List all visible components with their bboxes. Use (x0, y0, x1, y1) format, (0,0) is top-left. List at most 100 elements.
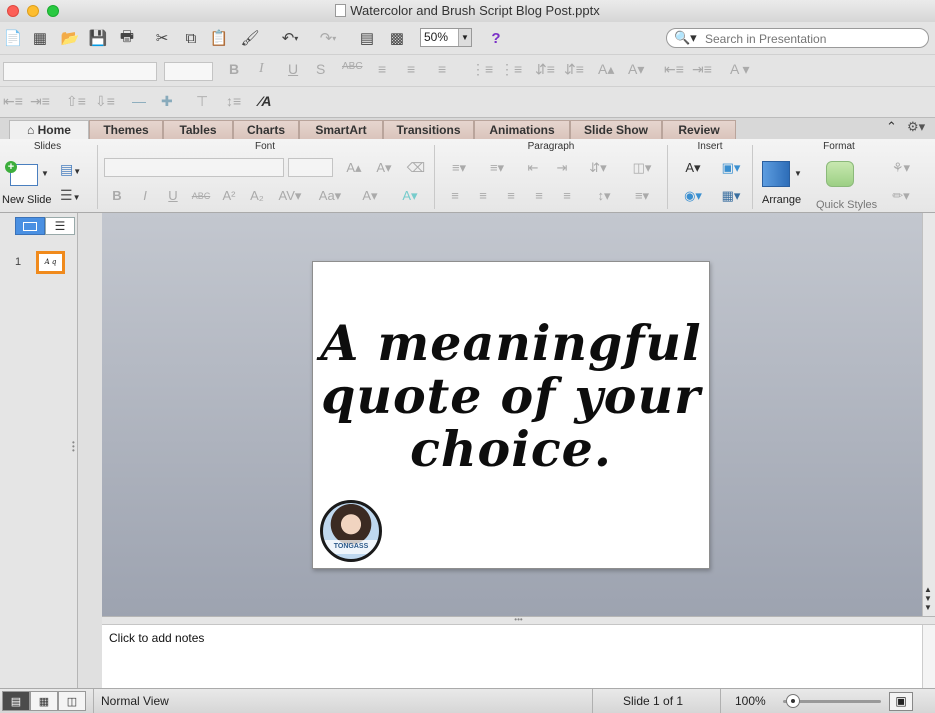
copy-icon[interactable]: ⧉ (179, 26, 203, 50)
align-center-icon[interactable]: ≡ (470, 186, 496, 206)
tab-tables[interactable]: Tables (163, 120, 233, 140)
font-name-field[interactable] (3, 62, 157, 81)
ribbon-font-size-field[interactable] (288, 158, 333, 177)
promote-icon[interactable]: ⇤≡ (3, 93, 23, 110)
shrink-font-icon[interactable]: A▾ (370, 158, 398, 178)
text-top-icon[interactable]: ⊤ (196, 93, 208, 110)
quote-text[interactable]: A meaningful quote of your choice. (313, 317, 709, 476)
italic-icon[interactable]: I (259, 61, 264, 77)
slide-sorter-button[interactable]: ▦ (30, 691, 58, 711)
zoom-slider-knob[interactable] (785, 694, 800, 708)
help-icon[interactable]: ? (484, 26, 508, 50)
line-icon[interactable]: ✏▾ (884, 186, 918, 206)
collapse-ribbon-icon[interactable]: ⌃ (886, 119, 897, 135)
bullets-icon[interactable]: ≡▾ (442, 158, 476, 178)
picture-icon[interactable]: ▣▾ (714, 158, 748, 178)
undo-icon[interactable]: ↶ ▾ (273, 26, 307, 50)
format-painter-icon[interactable]: 🖌 (238, 26, 262, 50)
zoom-window-button[interactable] (47, 5, 59, 17)
justify-icon[interactable]: ≡ (526, 186, 552, 206)
search-field[interactable]: 🔍▾ (666, 28, 929, 48)
grow-font-icon[interactable]: A▴ (598, 61, 614, 78)
shape-icon[interactable]: ◉▾ (676, 186, 710, 206)
bullets-icon[interactable]: ⋮≡ (471, 61, 493, 78)
fill-icon[interactable]: ⚘▾ (884, 158, 918, 178)
text-effects-icon[interactable]: ⁄A (259, 93, 271, 109)
tab-home[interactable]: ⌂ Home (9, 120, 89, 140)
expand-icon[interactable]: ✚ (161, 93, 173, 110)
slide-show-button[interactable]: ◫ (58, 691, 86, 711)
distribute-icon[interactable]: ≡ (554, 186, 580, 206)
font-color-icon[interactable]: A ▾ (730, 61, 749, 78)
collapse-icon[interactable]: — (132, 93, 146, 109)
panel-splitter[interactable]: • • • (72, 213, 102, 688)
close-window-button[interactable] (7, 5, 19, 17)
notes-scrollbar[interactable] (922, 625, 935, 688)
page-navigation-icon[interactable]: ▲ ▼ ▼ (924, 585, 932, 612)
align-left-icon[interactable]: ≡ (442, 186, 468, 206)
text-box-icon[interactable]: A▾ (676, 158, 710, 178)
align-text-icon[interactable]: ≡▾ (625, 186, 659, 206)
new-icon[interactable]: 📄 (1, 26, 25, 50)
search-input[interactable] (705, 31, 920, 46)
clear-formatting-icon[interactable]: ⌫ (402, 158, 430, 178)
text-direction-icon[interactable]: ↕≡ (226, 93, 241, 109)
tab-review[interactable]: Review (662, 120, 736, 140)
tab-slide-show[interactable]: Slide Show (570, 120, 662, 140)
columns-icon[interactable]: ◫▾ (625, 158, 659, 178)
vertical-scrollbar[interactable]: ▲ ▼ ▼ (922, 213, 935, 616)
sidebar-icon[interactable]: ▤ (355, 26, 379, 50)
arrange-button[interactable]: ▼ Arrange (760, 159, 804, 211)
ribbon-font-name-field[interactable] (104, 158, 284, 177)
media-browser-icon[interactable]: ▩ (385, 26, 409, 50)
move-up-icon[interactable]: ⇧≡ (66, 93, 86, 110)
decrease-indent-icon[interactable]: ⇤ (520, 158, 546, 178)
notes-placeholder[interactable]: Click to add notes (109, 631, 204, 645)
line-spacing-icon[interactable]: ⇵▾ (580, 158, 616, 178)
new-slide-button[interactable]: + ▼ New Slide (2, 161, 52, 211)
gallery-icon[interactable]: ▦ (28, 26, 52, 50)
author-avatar-image[interactable]: TONGASS (320, 500, 382, 562)
numbering-icon[interactable]: ≡▾ (480, 158, 514, 178)
print-icon[interactable]: 🖶 (115, 26, 139, 50)
tab-animations[interactable]: Animations (474, 120, 570, 140)
grow-font-icon[interactable]: A▴ (340, 158, 368, 178)
move-down-icon[interactable]: ⇩≡ (95, 93, 115, 110)
cut-icon[interactable]: ✂ (150, 26, 174, 50)
outline-view-button[interactable]: ☰ (45, 217, 75, 235)
gear-icon[interactable]: ⚙▾ (907, 119, 925, 135)
superscript-icon[interactable]: A² (216, 186, 242, 206)
splitter-handle-icon[interactable]: • • • (72, 439, 75, 455)
bold-icon[interactable]: B (229, 61, 239, 77)
strikethrough-icon[interactable]: ABC (342, 61, 363, 72)
align-right-icon[interactable]: ≡ (498, 186, 524, 206)
subscript-icon[interactable]: A₂ (244, 186, 270, 206)
bold-icon[interactable]: B (104, 186, 130, 206)
font-color-icon[interactable]: A▾ (352, 186, 388, 206)
slide-thumbnail[interactable]: A q (36, 251, 65, 274)
increase-indent-icon[interactable]: ⇥ (549, 158, 575, 178)
font-size-field[interactable] (164, 62, 213, 81)
media-icon[interactable]: ▦▾ (714, 186, 748, 206)
save-icon[interactable]: 💾 (86, 26, 110, 50)
italic-icon[interactable]: I (132, 186, 158, 206)
open-icon[interactable]: 📂 (58, 26, 82, 50)
layout-button[interactable]: ▤▼ (60, 161, 88, 179)
text-effects-icon[interactable]: A▾ (392, 186, 428, 206)
tab-charts[interactable]: Charts (233, 120, 299, 140)
change-case-icon[interactable]: Aa▾ (312, 186, 348, 206)
fit-to-window-button[interactable]: ▣ (889, 692, 913, 711)
paste-icon[interactable]: 📋 (207, 26, 231, 50)
text-direction-icon[interactable]: ↕▾ (586, 186, 622, 206)
minimize-window-button[interactable] (27, 5, 39, 17)
demote-icon[interactable]: ⇥≡ (30, 93, 50, 110)
redo-icon[interactable]: ↷ ▾ (311, 26, 345, 50)
increase-indent-icon[interactable]: ⇥≡ (692, 61, 712, 78)
shrink-font-icon[interactable]: A▾ (628, 61, 644, 78)
notes-splitter[interactable]: ••• (102, 616, 935, 625)
align-right-icon[interactable]: ≡ (438, 61, 446, 77)
shadow-icon[interactable]: S (316, 61, 325, 77)
section-button[interactable]: ☰▼ (60, 187, 88, 205)
align-left-icon[interactable]: ≡ (378, 61, 386, 77)
underline-icon[interactable]: U (288, 61, 298, 77)
